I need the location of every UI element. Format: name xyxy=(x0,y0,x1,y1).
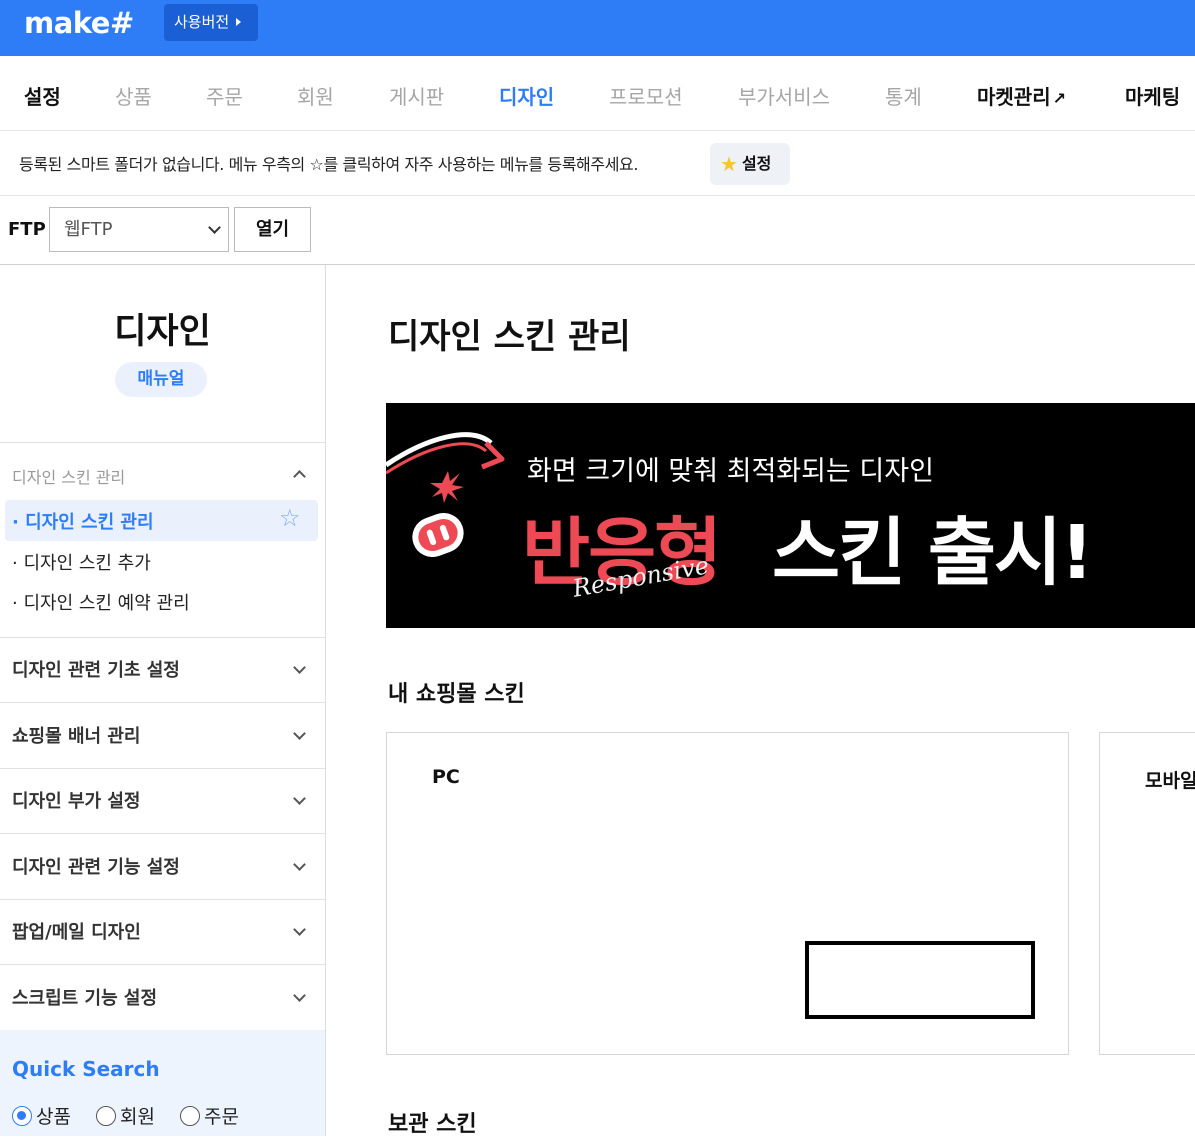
ftp-open-button[interactable]: 열기 xyxy=(234,207,311,252)
chevron-down-icon[interactable] xyxy=(293,858,306,871)
star-icon: ★ xyxy=(720,152,738,176)
chevron-down-icon[interactable] xyxy=(293,727,306,740)
sidebar-group-popup-mail[interactable]: 팝업/메일 디자인 xyxy=(12,918,141,944)
divider xyxy=(0,964,325,965)
divider xyxy=(0,702,325,703)
chevron-up-icon[interactable] xyxy=(293,470,306,483)
quick-search: Quick Search 상품 회원 주문 xyxy=(0,1030,325,1136)
radio-label: 상품 xyxy=(36,1106,71,1128)
star-outline-icon[interactable]: ☆ xyxy=(279,504,301,532)
chevron-down-icon[interactable] xyxy=(293,923,306,936)
nav-item-market-management[interactable]: 마켓관리 ↗ xyxy=(977,81,1066,110)
sidebar-item-skin-management[interactable]: · 디자인 스킨 관리 ☆ xyxy=(5,500,318,541)
banner-decoration-icon xyxy=(386,432,505,558)
banner-subtitle: 화면 크기에 맞춰 최적화되는 디자인 xyxy=(527,456,934,487)
banner-headline-white: 스킨 출시! xyxy=(772,510,1094,596)
nav-item-addon-services[interactable]: 부가서비스 xyxy=(738,81,830,110)
nav-item-products[interactable]: 상품 xyxy=(115,81,152,110)
ftp-bar: FTP 웹FTP 열기 xyxy=(0,196,1195,265)
sidebar-group-basic-settings[interactable]: 디자인 관련 기초 설정 xyxy=(12,656,180,682)
divider xyxy=(0,833,325,834)
nav-item-members[interactable]: 회원 xyxy=(297,81,334,110)
chevron-down-icon xyxy=(208,221,221,234)
version-label: 사용버전 xyxy=(174,13,230,31)
chevron-down-icon[interactable] xyxy=(293,989,306,1002)
chevron-down-icon[interactable] xyxy=(293,792,306,805)
responsive-skin-banner[interactable]: 화면 크기에 맞춰 최적화되는 디자인 반응형 스킨 출시! Responsiv… xyxy=(386,403,1195,628)
mobile-skin-card: 모바일 xyxy=(1099,732,1195,1055)
radio-checked-icon xyxy=(12,1106,32,1126)
sidebar-group-feature-settings[interactable]: 디자인 관련 기능 설정 xyxy=(12,853,180,879)
radio-label: 주문 xyxy=(204,1106,239,1128)
sidebar-group-banner-management[interactable]: 쇼핑몰 배너 관리 xyxy=(12,722,140,748)
sidebar-item-label: · 디자인 스킨 관리 xyxy=(12,512,154,533)
logo[interactable]: make# xyxy=(24,6,134,40)
sidebar: 디자인 매뉴얼 디자인 스킨 관리 · 디자인 스킨 관리 ☆ · 디자인 스킨… xyxy=(0,265,326,1136)
divider xyxy=(0,899,325,900)
quick-search-title: Quick Search xyxy=(12,1057,160,1081)
smart-folder-settings-button[interactable]: ★ 설정 xyxy=(710,143,790,185)
nav-item-design[interactable]: 디자인 xyxy=(499,81,554,110)
ftp-select-value: 웹FTP xyxy=(64,219,113,240)
smart-folder-button-label: 설정 xyxy=(741,154,772,173)
divider xyxy=(0,768,325,769)
sidebar-group-script-settings[interactable]: 스크립트 기능 설정 xyxy=(12,984,157,1010)
mobile-skin-label: 모바일 xyxy=(1145,770,1195,792)
main-nav: 설정 상품 주문 회원 게시판 디자인 프로모션 부가서비스 통계 마켓관리 ↗ … xyxy=(0,56,1195,131)
nav-item-orders[interactable]: 주문 xyxy=(206,81,243,110)
my-skins-title: 내 쇼핑몰 스킨 xyxy=(388,682,525,707)
pc-skin-label: PC xyxy=(432,766,460,788)
divider xyxy=(0,442,325,443)
chevron-down-icon[interactable] xyxy=(293,661,306,674)
sidebar-section-header[interactable]: 디자인 스킨 관리 xyxy=(12,464,125,488)
radio-label: 회원 xyxy=(120,1106,155,1128)
smart-folder-message: 등록된 스마트 폴더가 없습니다. 메뉴 우측의 ☆를 클릭하여 자주 사용하는… xyxy=(19,155,639,174)
page-title: 디자인 스킨 관리 xyxy=(388,317,631,357)
radio-orders[interactable]: 주문 xyxy=(180,1102,239,1129)
sidebar-group-extra-settings[interactable]: 디자인 부가 설정 xyxy=(12,787,140,813)
nav-item-board[interactable]: 게시판 xyxy=(389,81,444,110)
archived-skins-title: 보관 스킨 xyxy=(388,1112,477,1137)
sidebar-title: 디자인 xyxy=(114,312,211,352)
ftp-label: FTP xyxy=(8,219,46,240)
nav-item-statistics[interactable]: 통계 xyxy=(885,81,922,110)
nav-item-settings[interactable]: 설정 xyxy=(24,81,61,110)
radio-unchecked-icon xyxy=(96,1106,116,1126)
caret-right-icon xyxy=(236,17,242,26)
smart-folder-bar: 등록된 스마트 폴더가 없습니다. 메뉴 우측의 ☆를 클릭하여 자주 사용하는… xyxy=(0,131,1195,196)
sidebar-item-skin-add[interactable]: · 디자인 스킨 추가 xyxy=(12,549,151,575)
external-link-icon: ↗ xyxy=(1052,89,1067,108)
nav-item-promotion[interactable]: 프로모션 xyxy=(609,81,683,110)
ftp-select[interactable]: 웹FTP xyxy=(49,207,229,252)
radio-unchecked-icon xyxy=(180,1106,200,1126)
radio-products[interactable]: 상품 xyxy=(12,1102,71,1129)
sidebar-item-skin-reservation[interactable]: · 디자인 스킨 예약 관리 xyxy=(12,589,190,615)
nav-item-market-label: 마켓관리 xyxy=(977,85,1051,109)
pc-skin-action-box[interactable] xyxy=(805,941,1035,1019)
top-bar: make# 사용버전 xyxy=(0,0,1195,56)
radio-members[interactable]: 회원 xyxy=(96,1102,155,1129)
manual-button[interactable]: 매뉴얼 xyxy=(115,362,207,397)
version-button[interactable]: 사용버전 xyxy=(164,4,258,41)
pc-skin-card: PC xyxy=(386,732,1069,1055)
divider xyxy=(0,637,325,638)
nav-item-marketing[interactable]: 마케팅 xyxy=(1125,81,1180,110)
